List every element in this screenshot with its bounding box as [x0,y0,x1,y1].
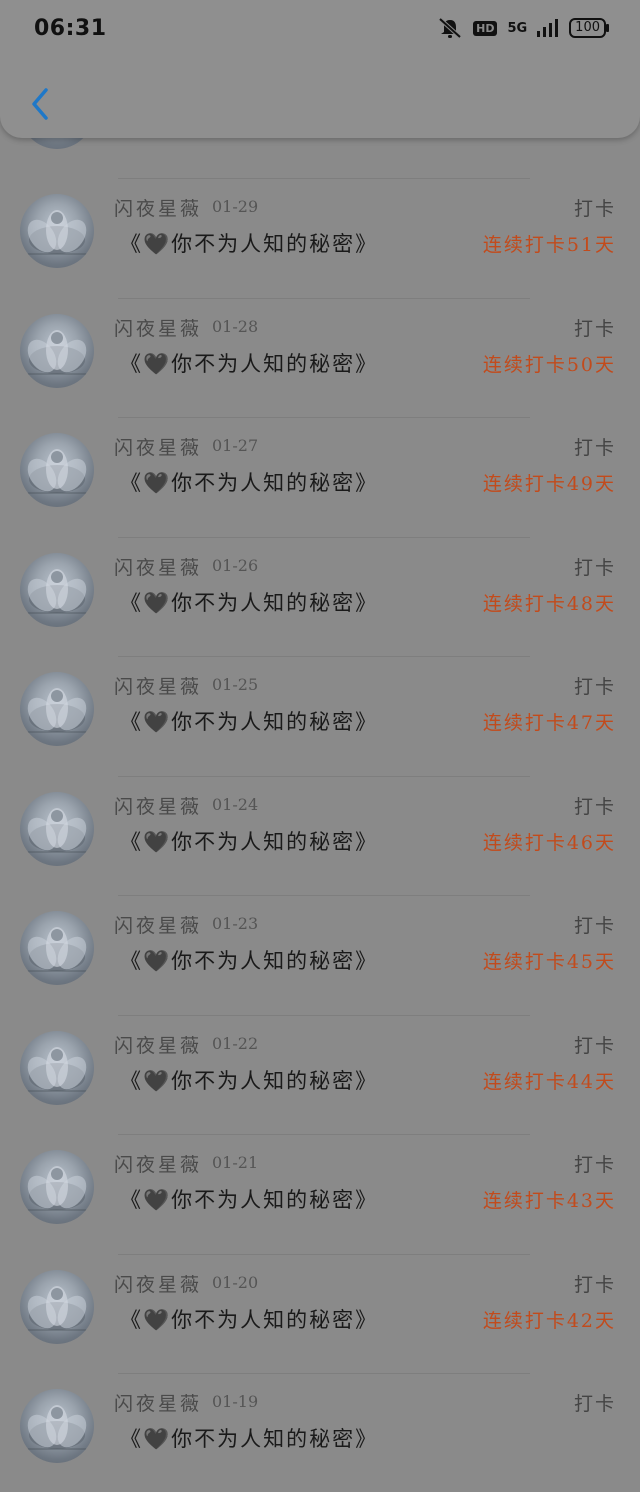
checkin-label: 打卡 [573,795,616,818]
checkin-label: 打卡 [573,676,616,698]
book-title: 《🖤你不为人知的秘密》 [120,710,379,734]
user-name: 闪夜星薇 [114,198,203,220]
streak-label: 连续打卡50天 [482,353,616,376]
divider [118,178,530,179]
avatar[interactable] [20,791,94,866]
book-title: 《🖤你不为人知的秘密》 [120,232,379,256]
streak-label: 连续打卡48天 [482,592,616,615]
checkin-label: 打卡 [573,915,616,937]
book-title: 《🖤你不为人知的秘密》 [120,1068,379,1093]
list-item[interactable]: 闪夜星薇 01-26 《🖤你不为人知的秘密》 打卡 连续打卡48天 [0,536,640,656]
checkin-label: 打卡 [573,1034,616,1057]
checkin-label: 打卡 [573,317,616,340]
streak-label: 连续打卡42天 [482,1309,616,1332]
checkin-label: 打卡 [573,198,616,220]
checkin-date: 01-26 [212,555,259,575]
checkin-date: 01-21 [212,1153,259,1172]
user-name: 闪夜星薇 [114,1393,203,1415]
user-name: 闪夜星薇 [114,915,203,937]
user-name: 闪夜星薇 [114,1154,203,1176]
list-item[interactable]: 闪夜星薇 01-28 《🖤你不为人知的秘密》 打卡 连续打卡50天 [0,297,640,417]
user-name: 闪夜星薇 [114,317,203,340]
checkin-date: 01-29 [212,197,259,216]
book-title: 《🖤你不为人知的秘密》 [120,949,379,973]
avatar[interactable] [20,194,94,268]
streak-label: 连续打卡47天 [482,712,616,734]
checkin-date: 01-27 [212,436,259,455]
mute-bell-icon [438,17,462,39]
avatar[interactable] [20,1389,94,1463]
list-item[interactable]: 闪夜星薇 01-23 《🖤你不为人知的秘密》 打卡 连续打卡45天 [0,895,640,1014]
list-item[interactable]: 闪夜星薇 01-21 《🖤你不为人知的秘密》 打卡 连续打卡43天 [0,1134,640,1253]
checkin-date: 01-28 [212,316,259,336]
book-title: 《🖤你不为人知的秘密》 [120,471,379,495]
avatar[interactable] [20,1269,94,1344]
user-name: 闪夜星薇 [114,1273,203,1296]
checkin-date: 01-25 [212,675,259,694]
divider [118,1014,530,1016]
avatar[interactable] [20,433,94,507]
checkin-date: 01-20 [212,1272,259,1292]
streak-label: 连续打卡49天 [482,473,616,495]
book-title: 《🖤你不为人知的秘密》 [120,1307,379,1332]
divider [118,536,530,538]
chevron-left-icon [32,88,48,120]
checkin-label: 打卡 [573,1393,616,1415]
divider [118,1373,530,1374]
divider [118,1134,530,1135]
divider [118,297,530,299]
network-type: 5G [507,20,528,36]
streak-label: 连续打卡45天 [482,951,616,973]
user-name: 闪夜星薇 [114,676,203,698]
book-title: 《🖤你不为人知的秘密》 [120,829,379,854]
book-title: 《🖤你不为人知的秘密》 [120,351,379,376]
list-item[interactable]: 闪夜星薇 01-25 《🖤你不为人知的秘密》 打卡 连续打卡47天 [0,656,640,775]
checkin-label: 打卡 [573,437,616,459]
checkin-label: 打卡 [573,1273,616,1296]
user-name: 闪夜星薇 [114,795,203,818]
avatar[interactable] [20,1150,94,1224]
avatar[interactable] [20,911,94,985]
signal-icon [537,19,559,37]
checkin-date: 01-24 [212,794,259,814]
streak-label: 连续打卡51天 [482,234,616,256]
checkin-label: 打卡 [573,1154,616,1176]
status-time: 06:31 [34,15,107,41]
user-name: 闪夜星薇 [114,437,203,459]
checkin-date: 01-23 [212,914,259,933]
divider [118,895,530,896]
divider [118,417,530,418]
checkin-label: 打卡 [573,556,616,579]
system-icons: HD 5G 100 [437,17,609,39]
divider [118,775,530,777]
list-item[interactable]: 闪夜星薇 01-22 《🖤你不为人知的秘密》 打卡 连续打卡44天 [0,1014,640,1134]
checkin-date: 01-19 [212,1392,259,1411]
list-item[interactable]: 闪夜星薇 01-27 《🖤你不为人知的秘密》 打卡 连续打卡49天 [0,417,640,536]
user-name: 闪夜星薇 [114,556,203,579]
avatar[interactable] [20,313,94,388]
battery-icon: 100 [569,18,609,38]
divider [118,656,530,657]
book-title: 《🖤你不为人知的秘密》 [120,1188,379,1212]
streak-label: 连续打卡43天 [482,1190,616,1212]
divider [118,1253,530,1255]
avatar[interactable] [20,1030,94,1105]
book-title: 《🖤你不为人知的秘密》 [120,1427,379,1451]
back-button[interactable] [20,82,60,126]
battery-level: 100 [575,20,600,35]
avatar[interactable] [20,672,94,746]
list-item[interactable]: 闪夜星薇 01-24 《🖤你不为人知的秘密》 打卡 连续打卡46天 [0,775,640,895]
hd-voice-icon: HD [473,20,498,36]
streak-label: 连续打卡44天 [482,1070,616,1093]
streak-label: 连续打卡46天 [482,831,616,854]
list-item[interactable]: 闪夜星薇 01-29 《🖤你不为人知的秘密》 打卡 连续打卡51天 [0,178,640,297]
checkin-date: 01-22 [212,1033,259,1053]
user-name: 闪夜星薇 [114,1034,203,1057]
list-item[interactable]: 闪夜星薇 01-20 《🖤你不为人知的秘密》 打卡 连续打卡42天 [0,1253,640,1373]
book-title: 《🖤你不为人知的秘密》 [120,590,379,615]
avatar[interactable] [20,552,94,627]
status-bar: 06:31 HD 5G 100 [0,0,640,56]
